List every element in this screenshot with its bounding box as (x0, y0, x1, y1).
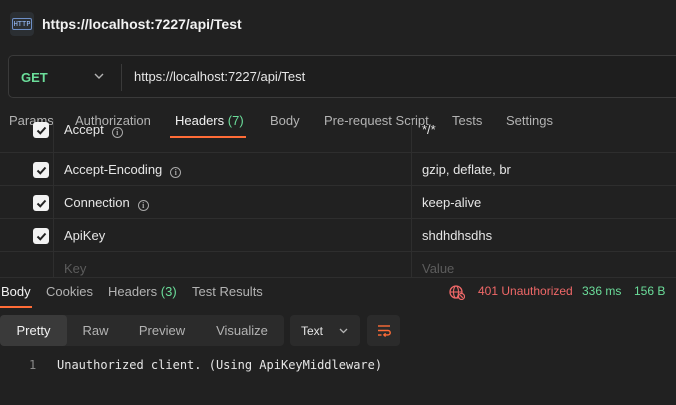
header-value: keep-alive (422, 195, 482, 210)
method-select[interactable]: GET (21, 70, 48, 85)
tab-response-cookies[interactable]: Cookies (46, 284, 93, 299)
header-key: Accept-Encoding (64, 162, 163, 177)
value-cell[interactable]: keep-alive (412, 186, 676, 218)
view-preview-button[interactable]: Preview (124, 315, 200, 346)
header-row-apikey: ApiKey shdhdhsdhs (0, 219, 676, 252)
checkbox-cell (0, 219, 54, 251)
header-row-accept: Accept i */* (0, 120, 676, 153)
check-icon (36, 126, 46, 135)
value-cell[interactable]: shdhdhsdhs (412, 219, 676, 251)
response-tabs: Body Cookies Headers (3) Test Results 40… (0, 278, 676, 308)
key-cell[interactable]: Key (54, 252, 412, 278)
checkbox-cell (0, 186, 54, 218)
header-value: */* (422, 122, 436, 137)
checkbox-cell (0, 252, 54, 278)
header-value: shdhdhsdhs (422, 228, 493, 243)
chevron-down-icon (339, 328, 348, 334)
view-visualize-button[interactable]: Visualize (200, 315, 284, 346)
checkbox-cell (0, 153, 54, 185)
key-cell[interactable]: Connection i (54, 186, 412, 218)
request-title[interactable]: https://localhost:7227/api/Test (42, 16, 242, 32)
view-mode-segmented: Pretty Raw Preview Visualize (0, 315, 284, 346)
check-icon (36, 232, 46, 241)
format-select[interactable]: Text (290, 315, 360, 346)
response-time[interactable]: 336 ms (582, 284, 621, 298)
url-bar: GET https://localhost:7227/api/Test (8, 55, 676, 98)
header-key: Connection (64, 195, 130, 210)
header-row-connection: Connection i keep-alive (0, 186, 676, 219)
info-icon[interactable]: i (137, 200, 149, 211)
tab-test-results[interactable]: Test Results (192, 284, 263, 299)
info-icon[interactable]: i (111, 127, 123, 138)
chevron-down-icon[interactable] (93, 70, 105, 82)
response-body-line[interactable]: 1 Unauthorized client. (Using ApiKeyMidd… (0, 358, 676, 376)
checkbox[interactable] (33, 122, 49, 138)
key-placeholder[interactable]: Key (64, 261, 86, 276)
format-label: Text (301, 324, 324, 338)
response-view-toolbar: Pretty Raw Preview Visualize Text (0, 315, 676, 346)
header-value: gzip, deflate, br (422, 162, 511, 177)
checkbox[interactable] (33, 195, 49, 211)
status-code[interactable]: 401 Unauthorized (478, 284, 573, 298)
tab-response-body[interactable]: Body (1, 284, 31, 299)
headers-table: Accept i */* Accept-Encoding i gzip, defla… (0, 120, 676, 278)
url-input[interactable]: https://localhost:7227/api/Test (134, 69, 305, 84)
value-placeholder[interactable]: Value (422, 261, 454, 276)
active-response-tab-indicator (0, 306, 32, 308)
key-cell[interactable]: Accept i (54, 120, 412, 152)
view-pretty-button[interactable]: Pretty (0, 315, 67, 346)
globe-error-icon[interactable] (449, 284, 465, 300)
tab-response-headers[interactable]: Headers (3) (108, 284, 177, 299)
header-row-accept-encoding: Accept-Encoding i gzip, deflate, br (0, 153, 676, 186)
checkbox-cell (0, 120, 54, 152)
check-icon (36, 199, 46, 208)
key-cell[interactable]: Accept-Encoding i (54, 153, 412, 185)
http-request-icon: HTTP (10, 12, 34, 36)
checkbox[interactable] (33, 162, 49, 178)
view-raw-button[interactable]: Raw (67, 315, 124, 346)
word-wrap-button[interactable] (367, 315, 400, 346)
header-key: Accept (64, 122, 104, 137)
value-cell[interactable]: */* (412, 120, 676, 152)
header-key: ApiKey (64, 228, 106, 243)
value-cell[interactable]: gzip, deflate, br (412, 153, 676, 185)
key-cell[interactable]: ApiKey (54, 219, 412, 251)
checkbox[interactable] (33, 228, 49, 244)
check-icon (36, 166, 46, 175)
value-cell[interactable]: Value (412, 252, 676, 278)
response-text: Unauthorized client. (Using ApiKeyMiddle… (57, 358, 383, 372)
line-number: 1 (29, 358, 37, 372)
response-size[interactable]: 156 B (634, 284, 665, 298)
info-icon[interactable]: i (170, 167, 182, 178)
header-row-new: Key Value (0, 252, 676, 278)
wrap-lines-icon (377, 324, 391, 337)
title-bar: HTTP https://localhost:7227/api/Test (0, 0, 676, 50)
url-separator (121, 64, 122, 91)
